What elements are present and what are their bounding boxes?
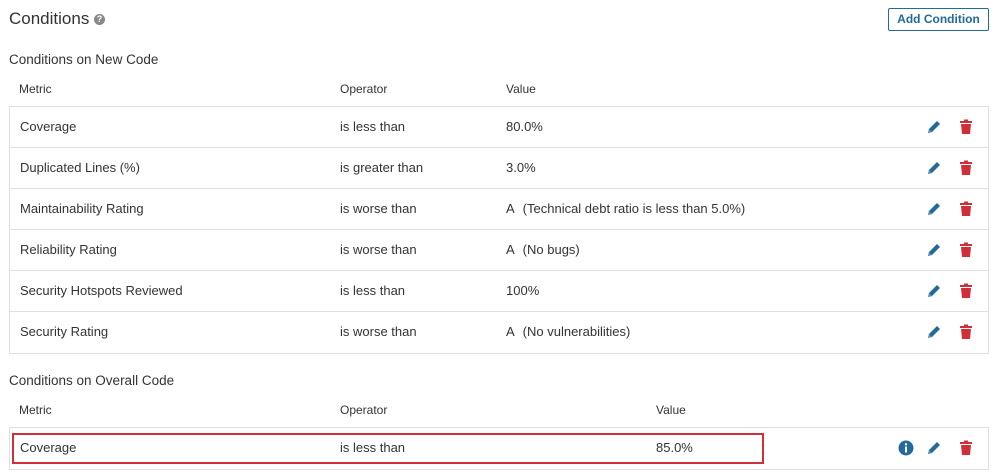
metric-cell: Coverage — [20, 440, 77, 455]
edit-icon[interactable] — [926, 440, 942, 456]
table-row: Reliability Rating is worse than A (No bu… — [10, 230, 988, 271]
value-cell: 80.0% — [506, 107, 543, 147]
delete-icon[interactable] — [958, 324, 974, 340]
edit-icon[interactable] — [926, 242, 942, 258]
operator-cell: is worse than — [340, 201, 417, 216]
info-icon[interactable] — [898, 440, 914, 456]
table-row: Coverage is less than 85.0% — [10, 428, 988, 469]
table-row: Duplicated Lines (%) is greater than 3.0… — [10, 148, 988, 189]
metric-cell: Coverage — [20, 119, 77, 134]
delete-icon[interactable] — [958, 201, 974, 217]
value-text: (No vulnerabilities) — [522, 324, 631, 339]
value-cell: A (No vulnerabilities) — [506, 312, 630, 352]
delete-icon[interactable] — [958, 119, 974, 135]
operator-cell: is greater than — [340, 160, 424, 175]
operator-cell: is worse than — [340, 242, 417, 257]
metric-cell: Reliability Rating — [20, 242, 117, 257]
table-row: Security Rating is worse than A (No vulne… — [10, 312, 988, 353]
overall-code-conditions-table: Coverage is less than 85.0% — [9, 427, 989, 470]
add-condition-button[interactable]: Add Condition — [888, 8, 989, 31]
value-text: 80.0% — [506, 119, 543, 134]
page-header: Conditions ? Add Condition — [0, 0, 994, 44]
value-cell: 100% — [506, 271, 539, 311]
column-header-operator: Operator — [340, 82, 388, 96]
value-text: 100% — [506, 283, 540, 298]
operator-cell: is worse than — [340, 324, 417, 339]
edit-icon[interactable] — [926, 201, 942, 217]
rating-grade: A — [506, 242, 515, 257]
operator-cell: is less than — [340, 440, 406, 455]
value-cell: A (Technical debt ratio is less than 5.0%… — [506, 189, 745, 229]
column-header-metric: Metric — [19, 82, 52, 96]
operator-cell: is less than — [340, 283, 406, 298]
rating-grade: A — [506, 201, 515, 216]
new-code-section-title: Conditions on New Code — [9, 52, 159, 67]
value-cell: 85.0% — [656, 440, 693, 455]
column-header-operator: Operator — [340, 403, 388, 417]
value-cell: A (No bugs) — [506, 230, 580, 270]
question-circle-icon[interactable]: ? — [94, 14, 105, 25]
table-row: Security Hotspots Reviewed is less than … — [10, 271, 988, 312]
table-row: Coverage is less than 80.0% — [10, 107, 988, 148]
value-text: (No bugs) — [522, 242, 580, 257]
page-title: Conditions — [9, 9, 90, 28]
table-row: Maintainability Rating is worse than A (T… — [10, 189, 988, 230]
delete-icon[interactable] — [958, 160, 974, 176]
column-header-value: Value — [506, 82, 536, 96]
metric-cell: Security Hotspots Reviewed — [20, 283, 183, 298]
delete-icon[interactable] — [958, 440, 974, 456]
edit-icon[interactable] — [926, 324, 942, 340]
rating-grade: A — [506, 324, 515, 339]
delete-icon[interactable] — [958, 242, 974, 258]
edit-icon[interactable] — [926, 160, 942, 176]
operator-cell: is less than — [340, 119, 406, 134]
new-code-conditions-table: Coverage is less than 80.0% Duplicated L… — [9, 106, 989, 354]
overall-code-section-title: Conditions on Overall Code — [9, 373, 175, 388]
metric-cell: Duplicated Lines (%) — [20, 160, 140, 175]
column-header-value: Value — [656, 403, 686, 417]
delete-icon[interactable] — [958, 283, 974, 299]
metric-cell: Security Rating — [20, 324, 109, 339]
value-text: 3.0% — [506, 160, 536, 175]
edit-icon[interactable] — [926, 119, 942, 135]
value-cell: 3.0% — [506, 148, 536, 188]
edit-icon[interactable] — [926, 283, 942, 299]
value-text: (Technical debt ratio is less than 5.0%) — [522, 201, 746, 216]
metric-cell: Maintainability Rating — [20, 201, 144, 216]
column-header-metric: Metric — [19, 403, 52, 417]
